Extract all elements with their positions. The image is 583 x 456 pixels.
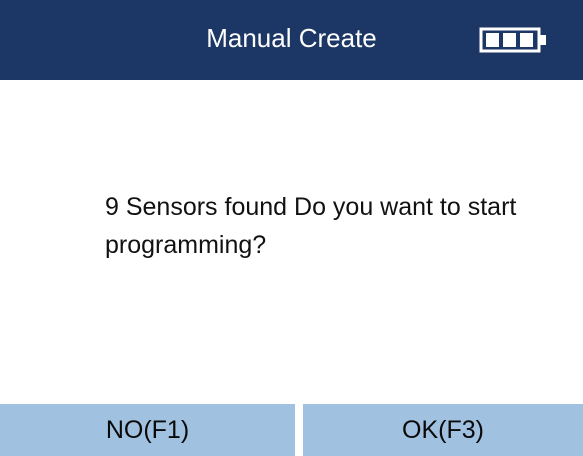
- title-bar: Manual Create: [0, 0, 583, 80]
- device-screen: Manual Create 9 Sensors found Do you wan…: [0, 0, 583, 456]
- dialog-message: 9 Sensors found Do you want to start pro…: [105, 193, 517, 259]
- ok-button[interactable]: OK(F3): [303, 404, 583, 456]
- no-button[interactable]: NO(F1): [0, 404, 295, 456]
- screen-title: Manual Create: [206, 23, 377, 53]
- battery-full-icon: [479, 27, 546, 53]
- softkey-bar: NO(F1) OK(F3): [0, 404, 583, 456]
